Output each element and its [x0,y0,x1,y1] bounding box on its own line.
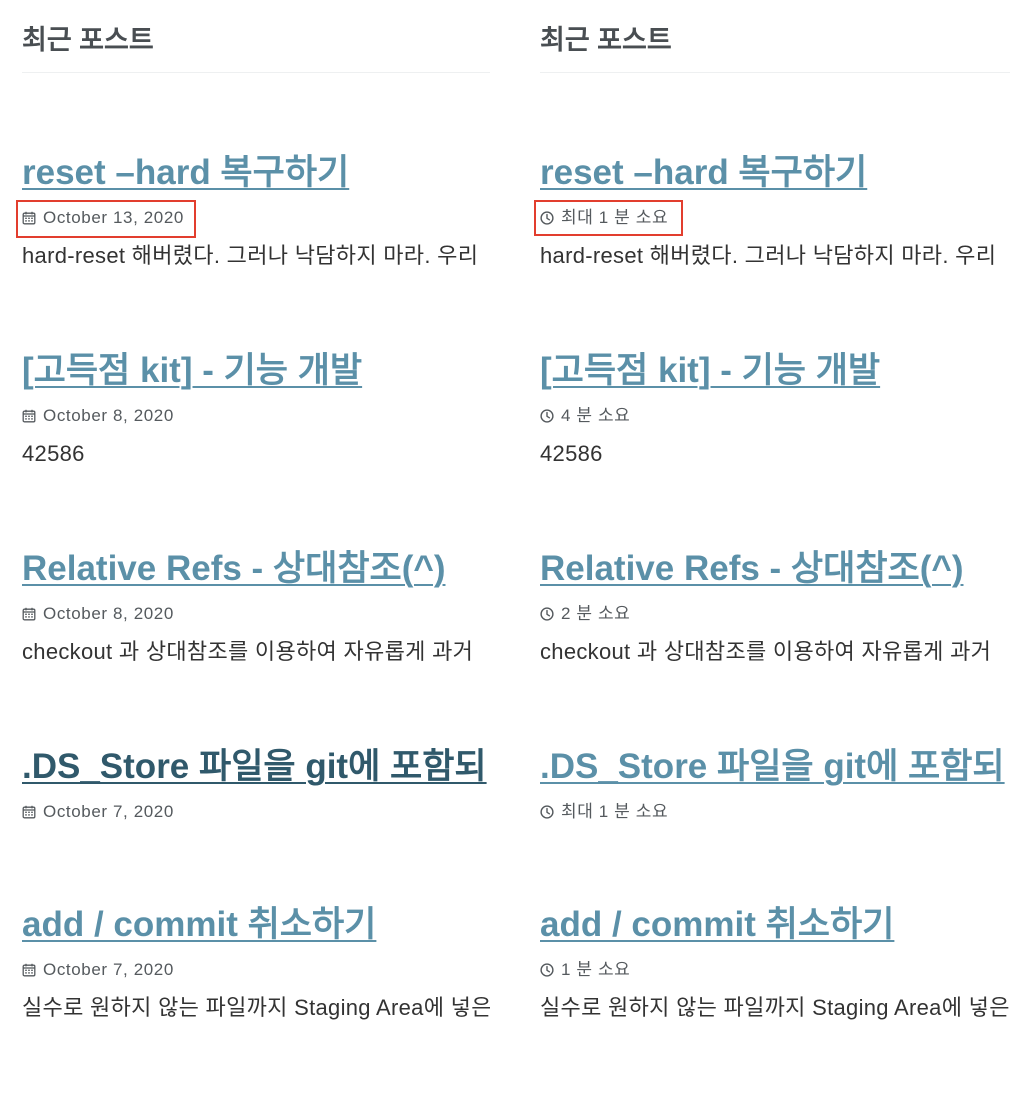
recent-posts-column-read-time: 최근 포스트 reset –hard 복구하기 최대 1 분 소요 hard-r… [534,0,1010,1102]
clock-icon [540,607,554,621]
read-time-text: 최대 1 분 소요 [561,208,669,227]
post-read-time: 4 분 소요 [540,404,630,428]
calendar-icon [22,607,36,621]
read-time-text: 1 분 소요 [561,960,631,979]
post-excerpt: 실수로 원하지 않는 파일까지 Staging Area에 넣은 [22,995,490,1020]
post-item: [고득점 kit] - 기능 개발 4 분 소요 42586 [540,350,1010,468]
post-title: Relative Refs - 상대참조(^) [22,548,490,590]
post-item: [고득점 kit] - 기능 개발 October 8, 2020 42586 [22,350,490,468]
post-item: .DS_Store 파일을 git에 포함되 October 7, 2020 [22,746,490,824]
post-title-link[interactable]: reset –hard 복구하기 [22,153,349,192]
post-title-link[interactable]: Relative Refs - 상대참조(^) [22,549,445,588]
post-title-link[interactable]: .DS_Store 파일을 git에 포함되 [22,747,487,786]
post-title-link[interactable]: reset –hard 복구하기 [540,153,867,192]
post-title: reset –hard 복구하기 [22,152,490,194]
post-date-text: October 7, 2020 [43,802,174,821]
calendar-icon [22,211,36,225]
post-title-link[interactable]: Relative Refs - 상대참조(^) [540,549,963,588]
post-read-time: 1 분 소요 [540,958,630,982]
post-title-link[interactable]: .DS_Store 파일을 git에 포함되 [540,747,1005,786]
post-date-text: October 7, 2020 [43,960,174,979]
post-item: Relative Refs - 상대참조(^) October 8, 2020 … [22,548,490,666]
post-excerpt: 42586 [22,441,85,466]
post-title: .DS_Store 파일을 git에 포함되 [22,746,490,788]
post-item: add / commit 취소하기 October 7, 2020 실수로 원하… [22,904,490,1022]
clock-icon [540,805,554,819]
post-title: add / commit 취소하기 [22,904,490,946]
post-excerpt: 실수로 원하지 않는 파일까지 Staging Area에 넣은 [540,995,1010,1020]
post-item: reset –hard 복구하기 최대 1 분 소요 hard-reset 해버… [534,152,1010,270]
clock-icon [540,409,554,423]
post-excerpt: 42586 [540,441,603,466]
post-item: add / commit 취소하기 1 분 소요 실수로 원하지 않는 파일까지… [540,904,1010,1022]
clock-icon [540,211,554,225]
section-heading: 최근 포스트 [22,0,490,73]
post-title: reset –hard 복구하기 [540,152,1010,194]
clock-icon [540,963,554,977]
post-title: Relative Refs - 상대참조(^) [540,548,1010,590]
section-heading: 최근 포스트 [540,0,1010,73]
post-date-text: October 13, 2020 [43,208,184,227]
post-read-time: 2 분 소요 [540,602,630,626]
post-excerpt: checkout 과 상대참조를 이용하여 자유롭게 과거 [540,639,992,664]
post-date-text: October 8, 2020 [43,604,174,623]
post-title-link[interactable]: [고득점 kit] - 기능 개발 [22,351,362,390]
post-item: .DS_Store 파일을 git에 포함되 최대 1 분 소요 [540,746,1010,824]
read-time-text: 4 분 소요 [561,406,631,425]
post-title-link[interactable]: add / commit 취소하기 [540,905,894,944]
recent-posts-column-dates: 최근 포스트 reset –hard 복구하기 October 13, 2020… [16,0,490,1102]
post-date: October 13, 2020 [16,200,196,238]
calendar-icon [22,409,36,423]
post-title-link[interactable]: [고득점 kit] - 기능 개발 [540,351,880,390]
post-date: October 7, 2020 [22,800,174,824]
post-title: add / commit 취소하기 [540,904,1010,946]
post-excerpt: checkout 과 상대참조를 이용하여 자유롭게 과거 [22,639,474,664]
post-item: reset –hard 복구하기 October 13, 2020 hard-r… [16,152,490,270]
post-read-time: 최대 1 분 소요 [534,200,684,236]
post-item: Relative Refs - 상대참조(^) 2 분 소요 checkout … [540,548,1010,666]
read-time-text: 최대 1 분 소요 [561,802,669,821]
post-date: October 7, 2020 [22,958,174,982]
post-read-time: 최대 1 분 소요 [540,800,668,824]
post-title-link[interactable]: add / commit 취소하기 [22,905,376,944]
read-time-text: 2 분 소요 [561,604,631,623]
post-list: reset –hard 복구하기 최대 1 분 소요 hard-reset 해버… [534,152,1010,1022]
post-list: reset –hard 복구하기 October 13, 2020 hard-r… [16,152,490,1022]
post-date-text: October 8, 2020 [43,406,174,425]
post-excerpt: hard-reset 해버렸다. 그러나 낙담하지 마라. 우리 [540,243,997,268]
post-excerpt: hard-reset 해버렸다. 그러나 낙담하지 마라. 우리 [22,243,479,268]
post-title: .DS_Store 파일을 git에 포함되 [540,746,1010,788]
post-date: October 8, 2020 [22,404,174,428]
calendar-icon [22,805,36,819]
calendar-icon [22,963,36,977]
post-title: [고득점 kit] - 기능 개발 [22,350,490,392]
post-title: [고득점 kit] - 기능 개발 [540,350,1010,392]
post-date: October 8, 2020 [22,602,174,626]
